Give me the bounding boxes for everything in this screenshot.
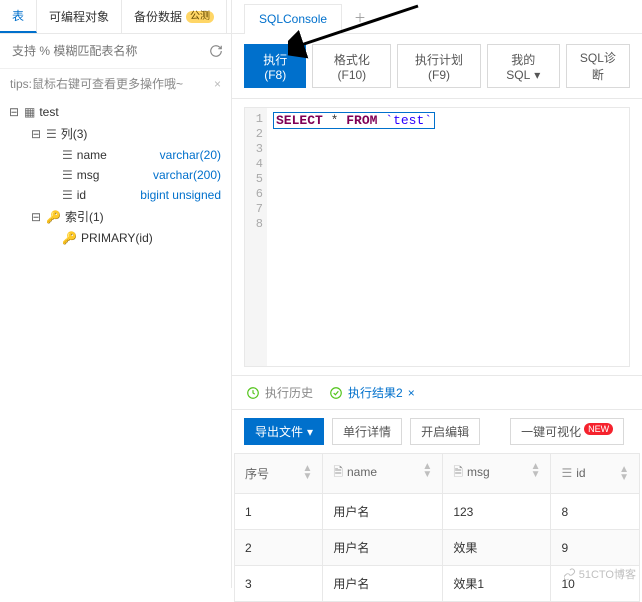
history-icon — [246, 386, 260, 400]
col-msg-label: msg — [77, 168, 100, 182]
chevron-down-icon: ▾ — [307, 425, 313, 439]
editor-gutter: 12345678 — [245, 108, 267, 366]
table-row[interactable]: 2用户名效果9 — [235, 530, 640, 566]
column-icon: ☰ — [62, 168, 73, 182]
tree-columns[interactable]: ⊟ ☰ 列(3) — [0, 122, 231, 145]
watermark-text: 51CTO博客 — [579, 566, 636, 582]
tab-result-label: 执行结果2 — [348, 384, 403, 401]
chevron-down-icon: ▾ — [534, 68, 540, 82]
single-row-button[interactable]: 单行详情 — [332, 418, 402, 445]
doc-icon: 🗎 — [333, 465, 343, 479]
link-icon — [564, 568, 576, 580]
col-seq[interactable]: 序号▲▼ — [235, 454, 323, 494]
tab-result[interactable]: 执行结果2 × — [329, 384, 415, 401]
key-icon: 🔑 — [46, 210, 61, 224]
tab-sqlconsole[interactable]: SQLConsole — [244, 4, 342, 33]
col-name-label: name — [77, 148, 107, 162]
collapse-icon[interactable]: ⊟ — [8, 105, 20, 119]
tab-backup[interactable]: 备份数据 公测 — [122, 0, 227, 33]
tree: ⊟ ▦ test ⊟ ☰ 列(3) ☰ name varchar(20) ☰ m… — [0, 98, 231, 252]
col-msg-type: varchar(200) — [153, 168, 231, 182]
export-button[interactable]: 导出文件▾ — [244, 418, 324, 445]
collapse-icon[interactable]: ⊟ — [30, 127, 42, 141]
tips-text: tips:鼠标右键可查看更多操作哦~ — [10, 75, 183, 92]
tree-column-id[interactable]: ☰ id bigint unsigned — [0, 185, 231, 205]
list-icon: ☰ — [561, 466, 572, 480]
doc-icon: 🗎 — [453, 465, 463, 479]
table-header-row: 序号▲▼ 🗎name▲▼ 🗎msg▲▼ ☰id▲▼ — [235, 454, 640, 494]
check-circle-icon — [329, 386, 343, 400]
index-label: 索引(1) — [65, 208, 104, 225]
tree-index-primary[interactable]: 🔑 PRIMARY(id) — [0, 228, 231, 248]
col-id-label: id — [77, 188, 86, 202]
sort-icon[interactable]: ▲▼ — [302, 465, 312, 481]
tree-root[interactable]: ⊟ ▦ test — [0, 102, 231, 122]
index-primary-label: PRIMARY(id) — [81, 231, 153, 245]
col-name-type: varchar(20) — [160, 148, 231, 162]
plan-button[interactable]: 执行计划(F9) — [397, 44, 481, 88]
tab-tables[interactable]: 表 — [0, 0, 37, 33]
table-icon: ▦ — [24, 105, 35, 119]
result-toolbar: 导出文件▾ 单行详情 开启编辑 一键可视化NEW — [232, 410, 642, 453]
columns-label: 列(3) — [61, 125, 88, 142]
sort-icon[interactable]: ▲▼ — [531, 463, 541, 479]
collapse-icon[interactable]: ⊟ — [30, 210, 42, 224]
column-icon: ☰ — [62, 148, 73, 162]
add-tab-icon[interactable]: ＋ — [346, 2, 374, 33]
new-badge: NEW — [584, 423, 613, 435]
list-icon: ☰ — [46, 127, 57, 141]
sql-toolbar: 执行(F8) 格式化(F10) 执行计划(F9) 我的SQL▾ SQL诊断 — [232, 34, 642, 99]
editor-code[interactable]: SELECT * FROM `test` — [267, 108, 629, 366]
close-result-icon[interactable]: × — [408, 386, 415, 400]
right-panel: SQLConsole ＋ 执行(F8) 格式化(F10) 执行计划(F9) 我的… — [232, 0, 642, 588]
diag-button[interactable]: SQL诊断 — [566, 44, 630, 88]
watermark: 51CTO博客 — [564, 566, 636, 582]
tree-indexes[interactable]: ⊟ 🔑 索引(1) — [0, 205, 231, 228]
tab-backup-label: 备份数据 — [134, 8, 182, 25]
tips-bar: tips:鼠标右键可查看更多操作哦~ × — [0, 69, 231, 98]
col-id-type: bigint unsigned — [140, 188, 231, 202]
tree-root-label: test — [39, 105, 58, 119]
tab-history-label: 执行历史 — [265, 384, 313, 401]
edit-button[interactable]: 开启编辑 — [410, 418, 480, 445]
mysql-button[interactable]: 我的SQL▾ — [487, 44, 560, 88]
close-tips-icon[interactable]: × — [214, 77, 221, 91]
tab-sqlconsole-label: SQLConsole — [259, 12, 327, 26]
visualize-button[interactable]: 一键可视化NEW — [510, 418, 624, 445]
search-input[interactable] — [8, 40, 209, 62]
sort-icon[interactable]: ▲▼ — [422, 463, 432, 479]
key-icon: 🔑 — [62, 231, 77, 245]
result-tabs: 执行历史 执行结果2 × — [232, 375, 642, 410]
beta-badge: 公测 — [186, 11, 214, 23]
refresh-icon[interactable] — [209, 44, 223, 58]
tab-programmable[interactable]: 可编程对象 — [37, 0, 122, 33]
tree-column-msg[interactable]: ☰ msg varchar(200) — [0, 165, 231, 185]
left-tabs: 表 可编程对象 备份数据 公测 — [0, 0, 231, 34]
table-row[interactable]: 1用户名1238 — [235, 494, 640, 530]
col-msg[interactable]: 🗎msg▲▼ — [443, 454, 551, 494]
sort-icon[interactable]: ▲▼ — [619, 466, 629, 482]
column-icon: ☰ — [62, 188, 73, 202]
run-button[interactable]: 执行(F8) — [244, 44, 306, 88]
left-panel: 表 可编程对象 备份数据 公测 tips:鼠标右键可查看更多操作哦~ × ⊟ ▦… — [0, 0, 232, 588]
search-row — [0, 34, 231, 69]
format-button[interactable]: 格式化(F10) — [312, 44, 391, 88]
sql-editor[interactable]: 12345678 SELECT * FROM `test` — [244, 107, 630, 367]
col-id[interactable]: ☰id▲▼ — [551, 454, 640, 494]
editor-tabs: SQLConsole ＋ — [232, 0, 642, 34]
tree-column-name[interactable]: ☰ name varchar(20) — [0, 145, 231, 165]
col-name[interactable]: 🗎name▲▼ — [323, 454, 443, 494]
tab-history[interactable]: 执行历史 — [246, 384, 313, 401]
